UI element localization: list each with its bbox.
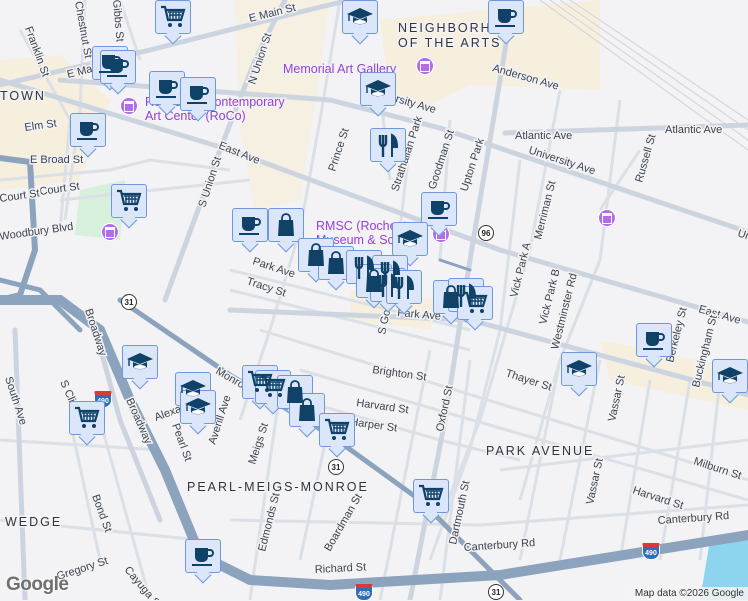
map-marker-school[interactable] [561,352,597,386]
map-marker-restaurant[interactable] [386,270,422,304]
svg-text:Richard St: Richard St [315,561,367,576]
svg-text:Thayer St: Thayer St [504,367,553,393]
map-marker-shopping[interactable] [413,479,449,513]
coffee-icon [187,86,209,104]
coffee-icon [239,217,261,235]
route-96-shield: 96 [478,225,494,241]
svg-text:East Ave: East Ave [697,303,742,326]
map-marker-shopping[interactable] [111,184,147,218]
map-marker-cafe[interactable] [232,208,268,242]
coffee-icon [77,122,99,140]
svg-text:PARK AVENUE: PARK AVENUE [486,444,594,458]
map-marker-restaurant[interactable] [370,128,406,162]
graduation-cap-icon [347,8,373,25]
route-31-shield: 31 [121,294,137,310]
route-31-shield: 31 [488,584,504,600]
shopping-bag-icon [278,213,294,236]
coffee-icon [495,9,517,27]
graduation-cap-icon [566,360,592,377]
museum-icon[interactable] [101,223,119,241]
svg-text:Goodman St: Goodman St [426,128,456,190]
svg-text:Univ: Univ [736,227,748,245]
shopping-cart-icon [161,5,186,27]
map-marker-store[interactable] [318,246,354,280]
shopping-bag-icon [299,398,315,421]
map-marker-shopping[interactable] [155,0,191,34]
svg-text:Milburn St: Milburn St [692,455,743,482]
graduation-cap-icon [185,398,211,415]
svg-text:TOWN: TOWN [0,89,46,103]
svg-text:OF THE ARTS: OF THE ARTS [398,36,502,50]
map-marker-cafe[interactable] [421,192,457,226]
shopping-cart-icon [325,418,350,440]
coffee-icon [107,59,129,77]
graduation-cap-icon [127,353,153,370]
map-marker-shopping[interactable] [69,401,105,435]
map-marker-school[interactable] [122,345,158,379]
svg-text:Canterbury Rd: Canterbury Rd [463,537,535,554]
map-attribution[interactable]: Map data ©2026 Google [630,587,748,600]
coffee-icon [192,548,214,566]
svg-text:Gibbs St: Gibbs St [110,0,126,42]
map-marker-school[interactable] [712,359,748,393]
map-marker-school[interactable] [342,0,378,34]
svg-text:Prince St: Prince St [326,127,351,173]
restaurant-icon [378,133,399,157]
svg-text:Vick Park A: Vick Park A [508,241,533,299]
museum-icon[interactable] [598,209,616,227]
graduation-cap-icon [717,367,743,384]
shopping-bag-icon [328,251,344,274]
map-marker-cafe[interactable] [100,50,136,84]
museum-icon[interactable] [120,97,138,115]
shopping-cart-icon [463,291,488,313]
map-marker-cafe[interactable] [636,323,672,357]
svg-text:Vassar St: Vassar St [584,457,605,505]
map-marker-cafe[interactable] [185,539,221,573]
svg-text:Atlantic Ave: Atlantic Ave [515,130,572,142]
svg-text:South Ave: South Ave [2,375,29,426]
map-marker-store[interactable] [268,208,304,242]
museum-icon[interactable] [416,57,434,75]
coffee-icon [643,332,665,350]
svg-text:Chestnut St: Chestnut St [72,0,94,59]
map-marker-school[interactable] [180,390,216,424]
google-logo[interactable]: Google [6,574,69,596]
interstate-490-shield: 490 [355,584,373,601]
map-marker-shopping[interactable] [319,413,355,447]
map-marker-store[interactable] [289,393,325,427]
map-marker-cafe[interactable] [488,0,524,34]
shopping-cart-icon [419,484,444,506]
coffee-icon [156,80,178,98]
map-marker-school[interactable] [392,222,428,256]
svg-text:Harper St: Harper St [350,416,398,434]
shopping-cart-icon [117,189,142,211]
shopping-cart-icon [75,406,100,428]
svg-text:Pearl St: Pearl St [169,422,194,463]
map-marker-cafe[interactable] [149,71,185,105]
svg-text:Atlantic Ave: Atlantic Ave [665,124,722,136]
svg-text:PEARL-MEIGS-MONROE: PEARL-MEIGS-MONROE [187,480,369,494]
interstate-490-shield: 490 [642,543,660,560]
svg-text:Harvard St: Harvard St [631,484,685,512]
graduation-cap-icon [397,230,423,247]
svg-text:WEDGE: WEDGE [5,515,62,529]
svg-text:Brighton St: Brighton St [372,364,428,383]
svg-text:E Broad St: E Broad St [30,154,83,166]
map-marker-school[interactable] [360,72,396,106]
coffee-icon [428,201,450,219]
restaurant-icon [394,275,415,299]
map-marker-cafe[interactable] [70,113,106,147]
svg-text:Russell St: Russell St [633,133,658,184]
svg-text:Meigs St: Meigs St [246,422,271,466]
graduation-cap-icon [365,80,391,97]
svg-text:Vassar St: Vassar St [606,374,627,422]
map-marker-cafe[interactable] [180,77,216,111]
route-31-shield: 31 [328,459,344,475]
map-marker-shopping[interactable] [457,286,493,320]
